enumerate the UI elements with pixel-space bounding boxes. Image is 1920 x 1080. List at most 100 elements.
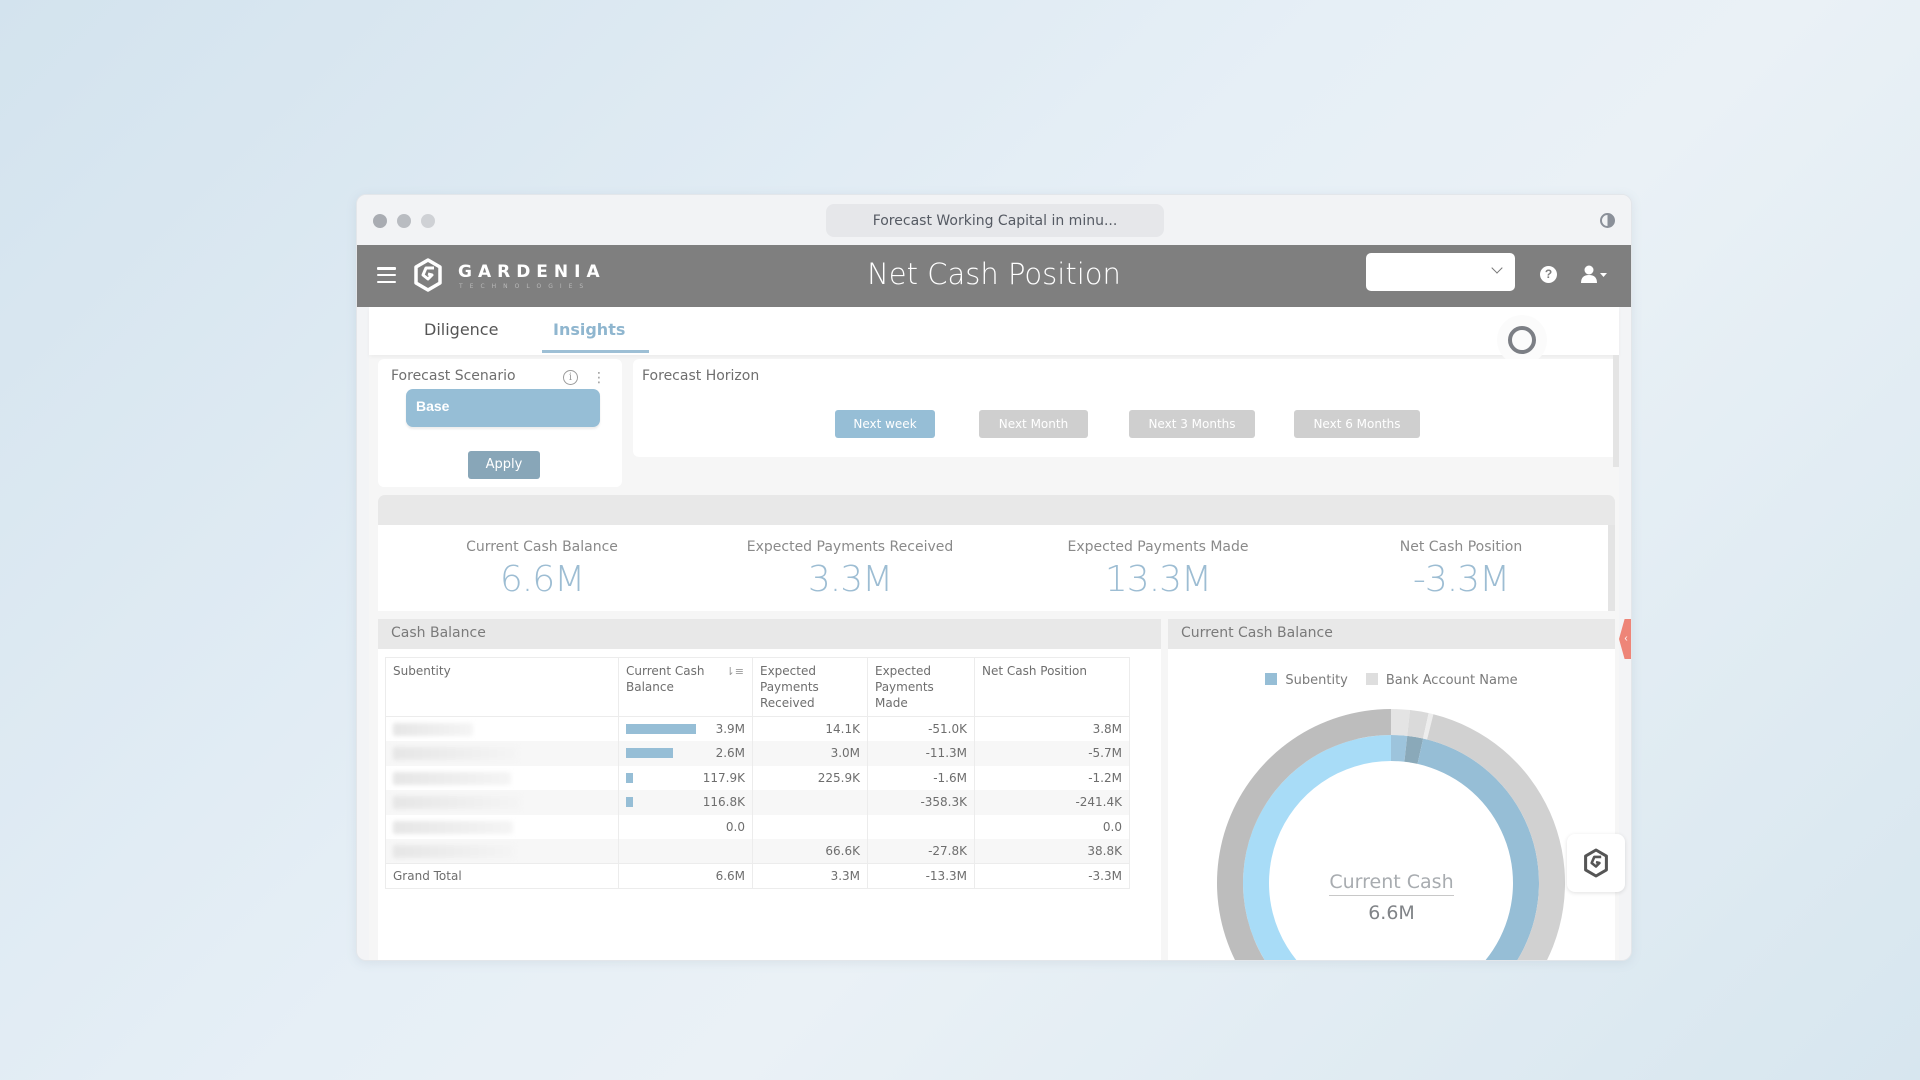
- cell-value: 117.9K: [702, 770, 745, 785]
- main-content: Diligence Insights Forecast Scenario i ⋮…: [369, 307, 1631, 960]
- total-expected-payments-made: -13.3M: [867, 863, 975, 889]
- data-bar: [626, 772, 633, 783]
- donut-slice-bank-account-2[interactable]: [1391, 709, 1411, 736]
- kpi-expected-payments-made: Expected Payments Made 13.3M: [1008, 539, 1308, 600]
- table-row[interactable]: 3.9M 14.1K -51.0K 3.8M: [385, 716, 1130, 741]
- data-bar: [626, 748, 673, 758]
- cell-expected-payments-made: -51.0K: [867, 716, 975, 741]
- cell-current-cash-balance: [618, 839, 753, 864]
- tab-title: Forecast Working Capital in minu...: [872, 212, 1118, 229]
- cell-expected-payments-received: 3.0M: [752, 741, 868, 766]
- sort-descending-icon[interactable]: ⇂≡: [726, 664, 744, 680]
- cell-value: 3.9M: [715, 722, 745, 736]
- cell-value: 0.0: [725, 819, 745, 834]
- column-header-subentity[interactable]: Subentity: [385, 657, 619, 717]
- cell-expected-payments-received: [752, 790, 868, 815]
- kpi-label: Expected Payments Made: [1067, 539, 1249, 555]
- total-current-cash-balance: 6.6M: [618, 863, 753, 889]
- user-menu-icon[interactable]: [1579, 264, 1609, 286]
- top-scrollbar[interactable]: [1613, 355, 1619, 467]
- more-options-icon[interactable]: ⋮: [592, 369, 606, 385]
- collapse-panel-tab[interactable]: ‹: [1619, 619, 1631, 659]
- kpi-label: Current Cash Balance: [466, 539, 618, 555]
- donut-center-label: Current Cash: [1329, 871, 1454, 896]
- browser-window: Forecast Working Capital in minu... GARD…: [356, 194, 1632, 961]
- kpi-scrollbar[interactable]: [1608, 525, 1615, 611]
- kpi-label: Net Cash Position: [1399, 539, 1523, 555]
- forecast-scenario-label: Forecast Scenario: [391, 368, 516, 384]
- table-row[interactable]: 0.0 0.0: [385, 814, 1130, 839]
- total-net-cash-position: -3.3M: [974, 863, 1130, 889]
- chart-legend: Subentity Bank Account Name: [1168, 673, 1615, 688]
- cell-net-cash-position: -5.7M: [974, 741, 1130, 766]
- tab-insights[interactable]: Insights: [553, 320, 625, 339]
- data-bar: [626, 724, 696, 734]
- table-header-row: Subentity Current Cash Balance ⇂≡ Expect…: [385, 657, 1130, 717]
- tab-title-pill[interactable]: Forecast Working Capital in minu...: [826, 204, 1164, 237]
- kpi-value: 13.3M: [1104, 559, 1212, 600]
- legend-swatch: [1265, 673, 1278, 685]
- column-header-net-cash-position[interactable]: Net Cash Position: [974, 657, 1130, 717]
- contrast-icon[interactable]: [1600, 213, 1615, 228]
- apply-button[interactable]: Apply: [468, 451, 540, 479]
- minimize-window-button[interactable]: [397, 214, 411, 228]
- cell-expected-payments-received: 225.9K: [752, 765, 868, 790]
- cell-subentity: [385, 765, 619, 790]
- horizon-next-month-button[interactable]: Next Month: [979, 410, 1088, 438]
- header-dropdown[interactable]: [1366, 253, 1515, 291]
- current-cash-balance-panel: Current Cash Balance Subentity Bank Acco…: [1168, 619, 1615, 960]
- kpi-current-cash-balance: Current Cash Balance 6.6M: [392, 539, 692, 600]
- legend-item-subentity[interactable]: Subentity: [1265, 673, 1348, 688]
- scenario-select[interactable]: Base: [406, 389, 600, 427]
- redacted-subentity-name: [393, 845, 515, 858]
- cell-expected-payments-made: -1.6M: [867, 765, 975, 790]
- table-row[interactable]: 117.9K 225.9K -1.6M -1.2M: [385, 765, 1130, 790]
- kpi-label: Expected Payments Received: [746, 539, 954, 555]
- gardenia-logo-icon: [1584, 848, 1608, 878]
- column-header-expected-payments-made[interactable]: Expected Payments Made: [867, 657, 975, 717]
- forecast-horizon-label: Forecast Horizon: [642, 368, 760, 384]
- cell-expected-payments-made: -11.3M: [867, 741, 975, 766]
- redacted-subentity-name: [393, 820, 513, 834]
- column-header-expected-payments-received[interactable]: Expected Payments Received: [752, 657, 868, 717]
- cash-balance-table: Subentity Current Cash Balance ⇂≡ Expect…: [385, 657, 1130, 889]
- cell-current-cash-balance: 3.9M: [618, 716, 753, 741]
- maximize-window-button[interactable]: [421, 214, 435, 228]
- grand-total-label: Grand Total: [385, 863, 619, 889]
- cell-expected-payments-received: 66.6K: [752, 839, 868, 864]
- kpi-value: 6.6M: [499, 559, 585, 600]
- column-header-current-cash-balance[interactable]: Current Cash Balance ⇂≡: [618, 657, 753, 717]
- close-window-button[interactable]: [373, 214, 387, 228]
- forecast-scenario-panel: Forecast Scenario i ⋮ Base Apply: [378, 359, 622, 487]
- total-expected-payments-received: 3.3M: [752, 863, 868, 889]
- title-bar: Forecast Working Capital in minu...: [357, 195, 1631, 245]
- redacted-subentity-name: [393, 747, 518, 761]
- legend-item-bank-account-name[interactable]: Bank Account Name: [1365, 673, 1518, 688]
- cell-expected-payments-received: 14.1K: [752, 716, 868, 741]
- table-row[interactable]: 66.6K -27.8K 38.8K: [385, 839, 1130, 864]
- cash-balance-panel: Cash Balance Subentity Current Cash Bala…: [378, 619, 1161, 960]
- horizon-next-3-months-button[interactable]: Next 3 Months: [1129, 410, 1255, 438]
- donut-center: Current Cash 6.6M: [1168, 871, 1615, 924]
- horizon-next-6-months-button[interactable]: Next 6 Months: [1294, 410, 1420, 438]
- donut-slice-subentity-2[interactable]: [1391, 735, 1408, 762]
- data-bar: [626, 797, 633, 807]
- cell-subentity: [385, 790, 619, 815]
- table-row[interactable]: 116.8K -358.3K -241.4K: [385, 790, 1130, 815]
- table-row[interactable]: 2.6M 3.0M -11.3M -5.7M: [385, 741, 1130, 766]
- cell-expected-payments-made: -358.3K: [867, 790, 975, 815]
- gardenia-assistant-button[interactable]: [1567, 834, 1625, 892]
- legend-swatch: [1365, 673, 1378, 685]
- grand-total-row: Grand Total 6.6M 3.3M -13.3M -3.3M: [385, 863, 1130, 889]
- cell-expected-payments-made: [867, 814, 975, 839]
- help-icon[interactable]: ?: [1540, 266, 1557, 283]
- kpi-value: 3.3M: [807, 559, 893, 600]
- tab-bar: Diligence Insights: [369, 307, 1619, 365]
- cell-current-cash-balance: 2.6M: [618, 741, 753, 766]
- info-icon[interactable]: i: [563, 370, 578, 385]
- horizon-next-week-button[interactable]: Next week: [835, 410, 935, 438]
- cell-net-cash-position: 38.8K: [974, 839, 1130, 864]
- cell-value: 116.8K: [702, 795, 745, 810]
- cell-subentity: [385, 814, 619, 839]
- tab-diligence[interactable]: Diligence: [424, 320, 498, 339]
